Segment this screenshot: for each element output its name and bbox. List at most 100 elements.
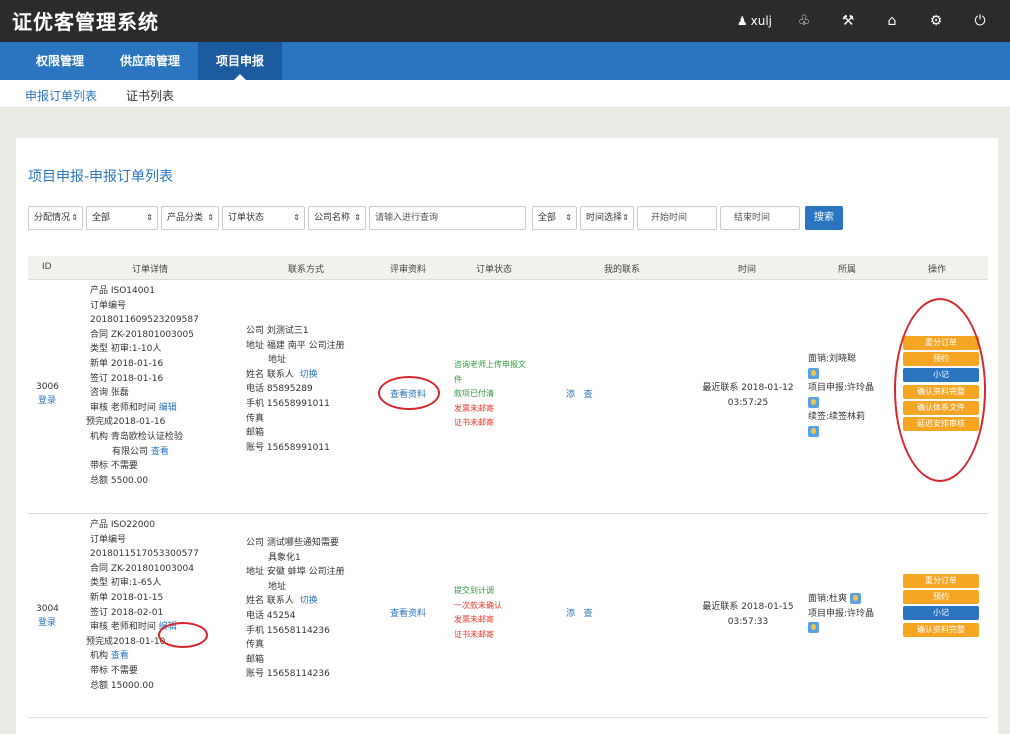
detail-org-2: 有限公司 查看 bbox=[90, 445, 199, 460]
view-org-link[interactable]: 查看 bbox=[151, 447, 169, 457]
detail-order-no-label: 订单编号 bbox=[90, 300, 127, 311]
owner-project: 项目申报:许玲晶 bbox=[808, 383, 875, 394]
table-header: ID 订单详情 联系方式 评审资料 订单状态 我的联系 时间 所属 操作 bbox=[28, 256, 988, 280]
th-id: ID bbox=[42, 262, 52, 272]
bell-icon[interactable]: ♧ bbox=[782, 13, 826, 29]
chevron-icon: ⇕ bbox=[207, 213, 214, 222]
order-status-label: 订单状态 bbox=[228, 213, 265, 223]
qq-icon[interactable] bbox=[808, 367, 874, 382]
sub-nav: 申报订单列表 证书列表 bbox=[0, 80, 1010, 108]
search-button[interactable]: 搜索 bbox=[805, 206, 843, 230]
add-contact-link[interactable]: 添 bbox=[566, 609, 575, 619]
category-select[interactable]: 产品分类 ⇕ bbox=[161, 206, 219, 230]
th-order-status: 订单状态 bbox=[476, 265, 513, 275]
detail-total: 总额 5500.00 bbox=[90, 475, 149, 486]
contact-account: 账号 15658114236 bbox=[246, 669, 330, 680]
top-icons: ♟ xulj ♧ ⚒ ⌂ ⚙ ⏻ bbox=[737, 0, 1002, 42]
add-contact-link[interactable]: 添 bbox=[566, 390, 575, 400]
time-line2: 03:57:33 bbox=[727, 616, 769, 627]
row-id: 3004 bbox=[36, 604, 59, 614]
nav-item-project-apply[interactable]: 项目申报 bbox=[198, 42, 282, 80]
order-details: 产品 ISO14001 订单编号 2018011609523209587 合同 … bbox=[86, 284, 199, 488]
contact-info: 公司 测试哪些通知需要 具象化1 地址 安徽 蚌埠 公司注册 地址 姓名 联系人… bbox=[246, 536, 345, 682]
company-name-label: 公司名称 bbox=[314, 213, 351, 223]
detail-review-text: 审核 老师和时间 bbox=[90, 622, 156, 633]
user-menu[interactable]: ♟ xulj bbox=[737, 14, 782, 28]
contact-name: 姓名 联系人 切换 bbox=[246, 368, 345, 383]
nav-item-permissions[interactable]: 权限管理 bbox=[20, 42, 100, 80]
nav-item-suppliers[interactable]: 供应商管理 bbox=[106, 42, 194, 80]
chevron-icon: ⇕ bbox=[71, 213, 78, 222]
detail-org2-text: 有限公司 bbox=[112, 446, 149, 457]
switch-link[interactable]: 切换 bbox=[300, 596, 318, 606]
qq-icon[interactable] bbox=[808, 425, 874, 440]
detail-total: 总额 15000.00 bbox=[90, 680, 154, 691]
chevron-icon: ⇕ bbox=[146, 213, 153, 222]
status-line: 发票未邮寄 bbox=[454, 615, 494, 625]
qq-icon[interactable] bbox=[808, 396, 874, 411]
status-line: 咨询老师上传申报文 bbox=[454, 360, 526, 369]
th-order-details: 订单详情 bbox=[132, 265, 169, 275]
assign-select[interactable]: 分配情况 ⇕ bbox=[28, 206, 83, 230]
appointment-button[interactable]: 预约 bbox=[903, 590, 979, 605]
qq-icon[interactable] bbox=[849, 593, 861, 604]
detail-bid: 带标 不需要 bbox=[90, 461, 138, 472]
chevron-icon: ⇕ bbox=[354, 213, 361, 222]
start-time-input[interactable]: 开始时间 bbox=[637, 206, 717, 230]
view-org-link[interactable]: 查看 bbox=[111, 651, 129, 661]
th-time: 时间 bbox=[738, 265, 757, 275]
th-actions: 操作 bbox=[928, 265, 947, 275]
company-name-select[interactable]: 公司名称 ⇕ bbox=[308, 206, 366, 230]
reassign-order-button[interactable]: 重分订单 bbox=[903, 574, 979, 588]
start-time-placeholder: 开始时间 bbox=[651, 213, 688, 223]
confirm-material-button[interactable]: 确认资料完整 bbox=[903, 622, 979, 637]
time-line2: 03:57:25 bbox=[727, 397, 769, 408]
view-contact-link[interactable]: 查 bbox=[584, 609, 593, 619]
search-input[interactable]: 请输入进行查询 bbox=[369, 206, 526, 230]
detail-new: 新单 2018-01-15 bbox=[90, 592, 164, 603]
detail-type: 类型 初审:1-10人 bbox=[90, 344, 162, 355]
end-time-input[interactable]: 结束时间 bbox=[720, 206, 800, 230]
view-contact-link[interactable]: 查 bbox=[584, 390, 593, 400]
main-nav: 权限管理 供应商管理 项目申报 bbox=[0, 42, 1010, 80]
login-link[interactable]: 登录 bbox=[38, 394, 56, 409]
detail-consult: 咨询 张磊 bbox=[90, 388, 129, 399]
edit-link[interactable]: 编辑 bbox=[159, 403, 177, 413]
contact-phone: 电话 45254 bbox=[246, 610, 296, 621]
detail-contract: 合同 ZK-201801003004 bbox=[90, 563, 194, 574]
contact-company-2: 具象化1 bbox=[268, 552, 301, 563]
assign-value-select[interactable]: 全部 ⇕ bbox=[86, 206, 158, 230]
user-icon: ♟ bbox=[736, 14, 748, 28]
home-icon[interactable]: ⌂ bbox=[870, 13, 914, 29]
order-status: 咨询老师上传申报文 件 款项已付清 发票未邮寄 证书未邮寄 bbox=[454, 358, 526, 431]
subnav-certificate-list[interactable]: 证书列表 bbox=[126, 87, 174, 104]
switch-link[interactable]: 切换 bbox=[300, 370, 318, 380]
time-line1: 最近联系 2018-01-15 bbox=[702, 602, 794, 612]
note-button[interactable]: 小记 bbox=[903, 606, 979, 621]
th-my-contact: 我的联系 bbox=[604, 265, 641, 275]
subnav-order-list[interactable]: 申报订单列表 bbox=[25, 87, 97, 104]
login-link[interactable]: 登录 bbox=[38, 616, 56, 631]
qq-icon[interactable] bbox=[808, 621, 874, 636]
detail-contract: 合同 ZK-201801003005 bbox=[90, 329, 194, 340]
th-contact: 联系方式 bbox=[288, 265, 325, 275]
view-material-link[interactable]: 查看资料 bbox=[390, 607, 426, 622]
detail-bid: 带标 不需要 bbox=[90, 665, 138, 676]
gear-icon[interactable]: ⚙ bbox=[914, 13, 958, 29]
th-owner: 所属 bbox=[838, 265, 857, 275]
power-icon[interactable]: ⏻ bbox=[958, 13, 1002, 29]
contact-address: 地址 安徽 蚌埠 公司注册 bbox=[246, 567, 345, 578]
contact-address-2: 地址 bbox=[268, 355, 287, 366]
time-select[interactable]: 时间选择 ⇕ bbox=[580, 206, 634, 230]
assign-value-label: 全部 bbox=[92, 213, 111, 223]
contact-company: 公司 刘测试三1 bbox=[246, 326, 309, 336]
detail-org-text: 机构 bbox=[90, 651, 109, 662]
contact-address-2: 地址 bbox=[268, 581, 287, 592]
annotation-circle bbox=[894, 298, 986, 482]
contact-company: 公司 测试哪些通知需要 bbox=[246, 538, 339, 548]
scope-select[interactable]: 全部 ⇕ bbox=[532, 206, 577, 230]
order-status-select[interactable]: 订单状态 ⇕ bbox=[222, 206, 305, 230]
owner-info: 面销:刘晓聪 项目申报:许玲晶 续签:续签林莉 bbox=[808, 352, 874, 440]
wrench-icon[interactable]: ⚒ bbox=[826, 13, 870, 29]
app-title: 证优客管理系统 bbox=[12, 10, 159, 34]
